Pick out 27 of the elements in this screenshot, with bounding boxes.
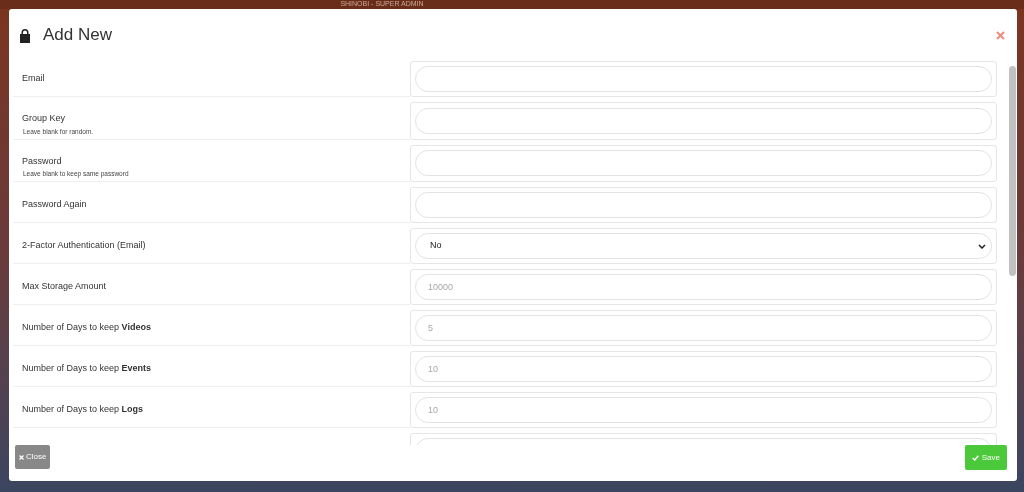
close-icon xyxy=(19,454,24,460)
input-field[interactable] xyxy=(415,150,992,177)
input-field[interactable] xyxy=(415,66,992,92)
field-label: Password Again xyxy=(22,197,88,211)
field-label: Number of Days to keep Logs xyxy=(22,402,145,416)
close-icon xyxy=(996,30,1005,40)
field-label: Max Storage Amount xyxy=(22,279,108,293)
input-field[interactable]: 10000 xyxy=(415,274,992,300)
field-label: Group Key xyxy=(22,112,67,125)
modal-title: Add New xyxy=(43,24,112,47)
input-field[interactable]: 10 xyxy=(415,356,992,382)
lock-icon xyxy=(19,27,31,43)
field-label: 2-Factor Authentication (Email) xyxy=(22,238,147,252)
field-label: Email xyxy=(22,71,46,85)
chevron-down-icon xyxy=(978,243,986,249)
input-field[interactable] xyxy=(415,107,992,134)
field-label: Number of Days to keep Events xyxy=(22,361,153,375)
input-field[interactable]: 10 xyxy=(415,397,992,423)
save-button[interactable]: Save xyxy=(964,445,1007,470)
check-icon xyxy=(971,454,979,461)
close-button[interactable] xyxy=(996,30,1005,40)
field-label: Number of Days to keep Videos xyxy=(22,320,152,334)
field-label: Password xyxy=(22,154,63,168)
close-button[interactable]: Close xyxy=(15,445,51,469)
input-field[interactable] xyxy=(415,192,992,218)
input-field[interactable]: 5 xyxy=(415,315,992,341)
scrollbar-thumb[interactable] xyxy=(1009,66,1016,276)
